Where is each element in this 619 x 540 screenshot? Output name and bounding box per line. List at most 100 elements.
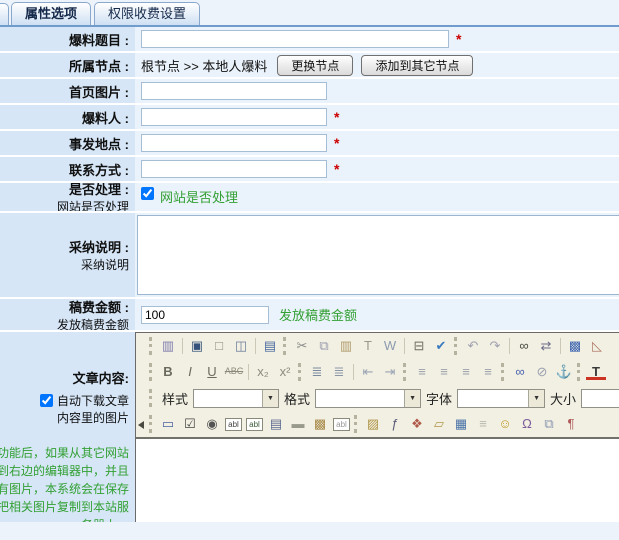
file-icon[interactable]: ▱ bbox=[429, 415, 449, 433]
toolbar-grip[interactable] bbox=[354, 415, 357, 433]
tab-partial[interactable] bbox=[0, 3, 9, 25]
table-icon[interactable]: ▦ bbox=[451, 415, 471, 433]
replace-icon[interactable]: ⇄ bbox=[536, 337, 556, 355]
hidden-field-icon[interactable]: abl bbox=[333, 418, 350, 431]
change-node-button[interactable]: 更换节点 bbox=[277, 55, 353, 76]
preview-icon[interactable]: ◫ bbox=[231, 337, 251, 355]
templates-icon[interactable]: ▤ bbox=[260, 337, 280, 355]
radio-icon[interactable]: ◉ bbox=[202, 415, 222, 433]
toolbar-grip[interactable] bbox=[501, 363, 504, 381]
chevron-down-icon[interactable]: ▼ bbox=[404, 390, 420, 407]
toolbar-grip[interactable] bbox=[149, 389, 152, 407]
spellcheck-icon[interactable]: ✔ bbox=[431, 337, 451, 355]
location-input[interactable] bbox=[141, 134, 327, 152]
required-asterisk: * bbox=[334, 135, 339, 151]
toolbar-grip[interactable] bbox=[577, 363, 580, 381]
field-cell: 根节点 >> 本地人爆料 更换节点 添加到其它节点 bbox=[135, 53, 619, 77]
image-button-icon[interactable]: ▩ bbox=[310, 415, 330, 433]
button-icon[interactable]: ▬ bbox=[288, 415, 308, 433]
toolbar-grip[interactable] bbox=[454, 337, 457, 355]
rule-icon[interactable]: ≡ bbox=[473, 415, 493, 433]
superscript-icon[interactable]: x² bbox=[275, 363, 295, 381]
text-color-icon[interactable]: T bbox=[586, 365, 606, 380]
save-icon[interactable]: ▣ bbox=[187, 337, 207, 355]
underline-icon[interactable]: U bbox=[202, 363, 222, 381]
form-row-reporter: 爆料人 : * bbox=[0, 105, 619, 131]
align-center-icon[interactable]: ≡ bbox=[434, 363, 454, 381]
label-cell: 所属节点 : bbox=[0, 53, 135, 77]
undo-icon[interactable]: ↶ bbox=[463, 337, 483, 355]
placeholder-icon[interactable]: ¶ bbox=[561, 415, 581, 433]
flash-icon[interactable]: ƒ bbox=[385, 415, 405, 433]
field-cell: * bbox=[135, 131, 619, 155]
reporter-input[interactable] bbox=[141, 108, 327, 126]
smiley-icon[interactable]: ☺ bbox=[495, 415, 515, 433]
subscript-icon[interactable]: x₂ bbox=[253, 363, 273, 381]
toolbar-grip[interactable] bbox=[149, 415, 152, 433]
size-select[interactable]: ▼ bbox=[581, 389, 619, 408]
add-to-other-node-button[interactable]: 添加到其它节点 bbox=[361, 55, 473, 76]
checkbox-icon[interactable]: ☑ bbox=[180, 415, 200, 433]
toolbar-grip[interactable] bbox=[298, 363, 301, 381]
note-line: 务器上。 bbox=[0, 516, 129, 522]
page-break-icon[interactable]: ⧉ bbox=[539, 415, 559, 433]
tab-permission-fee[interactable]: 权限收费设置 bbox=[94, 2, 200, 25]
auto-download-images-checkbox[interactable] bbox=[40, 394, 53, 407]
toolbar-grip[interactable] bbox=[149, 363, 152, 381]
toolbar-grip[interactable] bbox=[283, 337, 286, 355]
textarea-icon[interactable]: abl bbox=[246, 418, 263, 431]
fee-input[interactable] bbox=[141, 306, 269, 324]
source-icon[interactable]: ▥ bbox=[158, 337, 178, 355]
selection-field-icon[interactable]: ▤ bbox=[266, 415, 286, 433]
remove-format-icon[interactable]: ◺ bbox=[587, 337, 607, 355]
tab-properties[interactable]: 属性选项 bbox=[11, 2, 91, 25]
cut-icon[interactable]: ✂ bbox=[292, 337, 312, 355]
new-page-icon[interactable]: □ bbox=[209, 337, 229, 355]
image-icon[interactable]: ▨ bbox=[363, 415, 383, 433]
italic-icon[interactable]: I bbox=[180, 363, 200, 381]
required-asterisk: * bbox=[456, 31, 461, 47]
bold-icon[interactable]: B bbox=[158, 363, 178, 381]
toolbar-row-objects: ▭☑◉ablabl▤▬▩abl▨ƒ❖▱▦≡☺Ω⧉¶ bbox=[147, 411, 619, 437]
strikethrough-icon[interactable]: ABC bbox=[224, 363, 244, 381]
style-select[interactable]: ▼ bbox=[193, 389, 279, 408]
home-image-input[interactable] bbox=[141, 82, 327, 100]
special-char-icon[interactable]: Ω bbox=[517, 415, 537, 433]
numbered-list-icon[interactable]: ≣ bbox=[307, 363, 327, 381]
text-field-icon[interactable]: abl bbox=[225, 418, 242, 431]
anchor-icon[interactable]: ⚓ bbox=[554, 363, 574, 381]
fee-sublabel: 发放稿费金额 bbox=[57, 316, 129, 331]
toolbar-grip[interactable] bbox=[149, 337, 152, 355]
paste-text-icon[interactable]: T bbox=[358, 337, 378, 355]
select-all-icon[interactable]: ▩ bbox=[565, 337, 585, 355]
contact-input[interactable] bbox=[141, 160, 327, 178]
font-select[interactable]: ▼ bbox=[457, 389, 545, 408]
processed-label: 是否处理 : bbox=[69, 183, 129, 198]
find-icon[interactable]: ∞ bbox=[514, 337, 534, 355]
bulleted-list-icon[interactable]: ≣ bbox=[329, 363, 349, 381]
chevron-down-icon[interactable]: ▼ bbox=[528, 390, 544, 407]
paste-word-icon[interactable]: W bbox=[380, 337, 400, 355]
adoption-textarea[interactable] bbox=[137, 215, 619, 295]
color-icon[interactable]: ❖ bbox=[407, 415, 427, 433]
print-icon[interactable]: ⊟ bbox=[409, 337, 429, 355]
align-right-icon[interactable]: ≡ bbox=[456, 363, 476, 381]
chevron-down-icon[interactable]: ▼ bbox=[262, 390, 278, 407]
align-justify-icon[interactable]: ≡ bbox=[478, 363, 498, 381]
label-cell: 采纳说明 : 采纳说明 bbox=[0, 213, 135, 297]
form-icon[interactable]: ▭ bbox=[158, 415, 178, 433]
collapse-toolbar-arrow-icon[interactable] bbox=[138, 421, 144, 429]
indent-icon[interactable]: ⇥ bbox=[380, 363, 400, 381]
format-select[interactable]: ▼ bbox=[315, 389, 421, 408]
toolbar-grip[interactable] bbox=[403, 363, 406, 381]
processed-checkbox[interactable] bbox=[141, 187, 154, 200]
copy-icon[interactable]: ⧉ bbox=[314, 337, 334, 355]
redo-icon[interactable]: ↷ bbox=[485, 337, 505, 355]
link-icon[interactable]: ∞ bbox=[510, 363, 530, 381]
outdent-icon[interactable]: ⇤ bbox=[358, 363, 378, 381]
unlink-icon[interactable]: ⊘ bbox=[532, 363, 552, 381]
paste-icon[interactable]: ▥ bbox=[336, 337, 356, 355]
editor-content-area[interactable] bbox=[136, 437, 619, 522]
title-input[interactable] bbox=[141, 30, 449, 48]
align-left-icon[interactable]: ≡ bbox=[412, 363, 432, 381]
